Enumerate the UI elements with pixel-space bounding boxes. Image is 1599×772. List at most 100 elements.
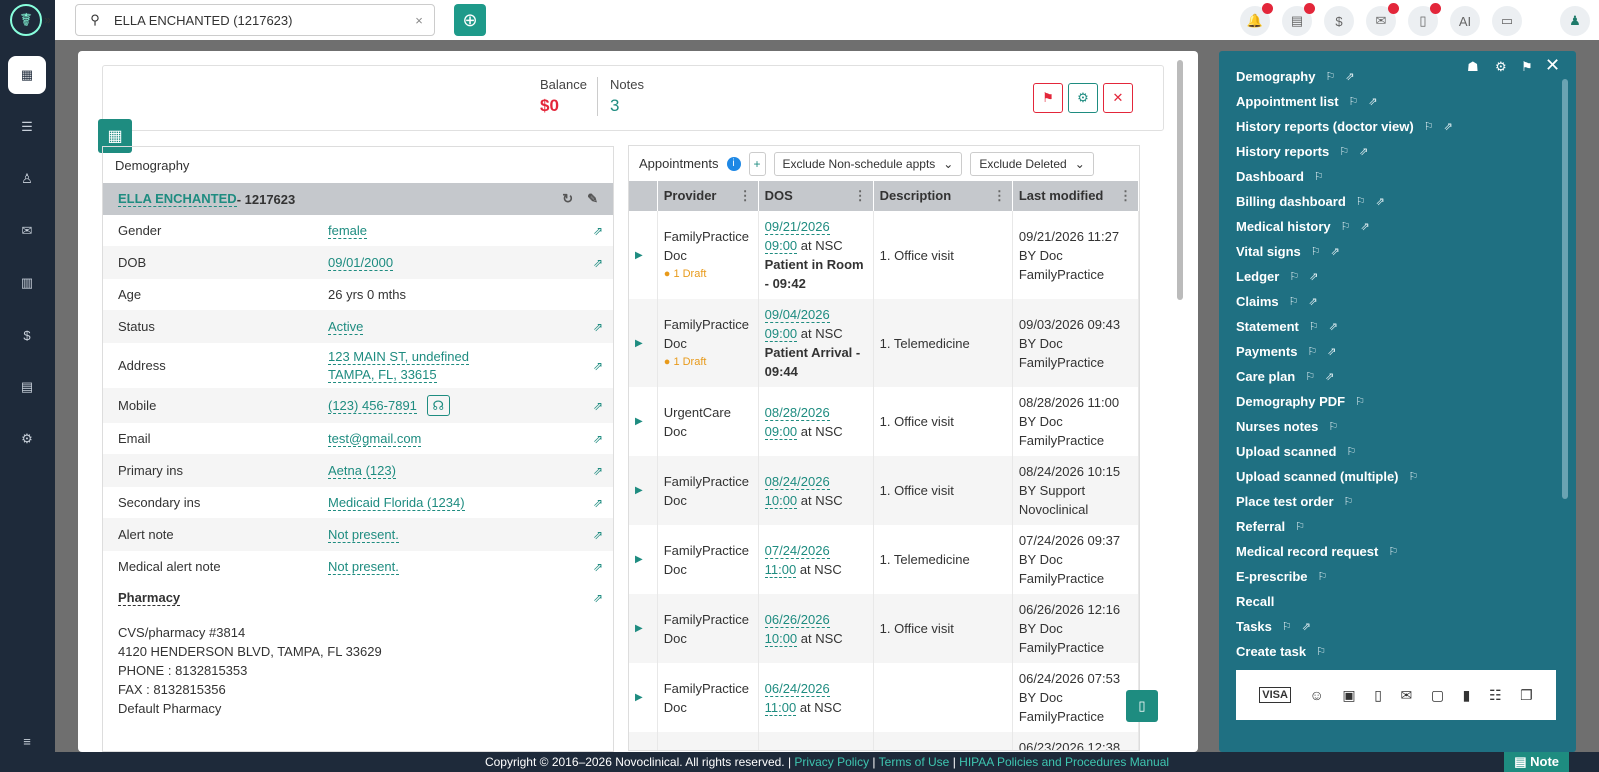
- envelope-icon[interactable]: ✉: [1401, 687, 1413, 704]
- menu-item-label[interactable]: Statement: [1236, 319, 1299, 334]
- flag-icon[interactable]: ⚐: [1309, 320, 1319, 333]
- external-link-icon[interactable]: ⇗: [593, 399, 603, 413]
- menu-item-label[interactable]: Nurses notes: [1236, 419, 1318, 434]
- panel-menu-item[interactable]: Statement ⚐ ⇗: [1236, 319, 1338, 334]
- flag-button[interactable]: ⚑: [1033, 83, 1063, 113]
- flag-icon[interactable]: ⚐: [1388, 545, 1398, 558]
- column-header[interactable]: DOS ⋮: [758, 181, 874, 211]
- robot-icon[interactable]: ☗: [1467, 59, 1479, 75]
- panel-menu-item[interactable]: Payments ⚐ ⇗: [1236, 344, 1337, 359]
- wallet-icon[interactable]: ▣: [1342, 687, 1355, 704]
- external-link-icon[interactable]: ⇗: [1327, 345, 1336, 358]
- menu-item-label[interactable]: Billing dashboard: [1236, 194, 1346, 209]
- flag-icon[interactable]: ⚐: [1339, 145, 1349, 158]
- dos-link[interactable]: 09/21/2026: [764, 219, 830, 235]
- close-button[interactable]: ✕: [1103, 83, 1133, 113]
- panel-menu-item[interactable]: Care plan ⚐ ⇗: [1236, 369, 1334, 384]
- time-link[interactable]: 11:00: [764, 561, 797, 578]
- external-link-icon[interactable]: ⇗: [1331, 245, 1340, 258]
- table-row[interactable]: 06/23/2026 12:38: [629, 732, 1139, 750]
- dollar-icon[interactable]: $: [1324, 6, 1354, 36]
- patient-name-link[interactable]: ELLA ENCHANTED: [118, 191, 237, 207]
- menu-item-label[interactable]: Appointment list: [1236, 94, 1339, 109]
- external-link-icon[interactable]: ⇗: [1376, 195, 1385, 208]
- panel-menu-item[interactable]: Vital signs ⚐ ⇗: [1236, 244, 1340, 259]
- column-header[interactable]: Last modified ⋮: [1012, 181, 1139, 211]
- field-value[interactable]: Not present.: [328, 527, 399, 543]
- external-link-icon[interactable]: ⇗: [1302, 620, 1311, 633]
- layout-toggle-icon[interactable]: ▯: [1126, 690, 1158, 722]
- message-icon[interactable]: ▭: [1492, 6, 1522, 36]
- mobile-icon[interactable]: ▯: [1374, 687, 1382, 704]
- column-header[interactable]: Provider ⋮: [657, 181, 759, 211]
- expand-row-icon[interactable]: ▶: [629, 387, 658, 456]
- panel-menu-item[interactable]: Appointment list ⚐ ⇗: [1236, 94, 1378, 109]
- menu-item-label[interactable]: Upload scanned (multiple): [1236, 469, 1399, 484]
- phone-icon[interactable]: ▯: [1408, 3, 1441, 36]
- panel-menu-item[interactable]: Create task ⚐: [1236, 644, 1326, 659]
- panel-menu-item[interactable]: E-prescribe ⚐: [1236, 569, 1327, 584]
- modal-scrollbar[interactable]: [1177, 60, 1183, 300]
- menu-icon[interactable]: ≡: [8, 722, 46, 760]
- table-row[interactable]: ▶ FamilyPractice Doc 08/24/2026 10:00 at NS…: [629, 456, 1139, 525]
- flag-icon[interactable]: ⚐: [1295, 520, 1305, 533]
- dos-link[interactable]: 07/24/2026: [764, 542, 830, 559]
- flag-icon[interactable]: ⚑: [1521, 59, 1533, 75]
- external-link-icon[interactable]: ⇗: [593, 224, 603, 238]
- dos-link[interactable]: 06/24/2026: [764, 680, 830, 697]
- flag-icon[interactable]: ⚐: [1282, 620, 1292, 633]
- expand-row-icon[interactable]: ▶: [629, 525, 658, 594]
- copy-icon[interactable]: ❐: [1520, 687, 1533, 704]
- flag-icon[interactable]: ⚐: [1314, 170, 1324, 183]
- panel-menu-item[interactable]: Demography ⚐ ⇗: [1236, 69, 1355, 84]
- dos-link[interactable]: 06/26/2026: [764, 611, 830, 628]
- panel-menu-item[interactable]: Claims ⚐ ⇗: [1236, 294, 1318, 309]
- column-header[interactable]: Description ⋮: [873, 181, 1013, 211]
- external-link-icon[interactable]: ⇗: [593, 591, 603, 605]
- table-row[interactable]: ▶ FamilyPractice Doc 07/24/2026 11:00 at NS…: [629, 525, 1139, 594]
- expand-row-icon[interactable]: ▶: [629, 299, 658, 387]
- field-value[interactable]: TAMPA, FL, 33615: [328, 366, 437, 383]
- panel-menu-item[interactable]: Ledger ⚐ ⇗: [1236, 269, 1318, 284]
- table-row[interactable]: ▶ FamilyPractice Doc ● 1 Draft 09/04/2026 09…: [629, 299, 1139, 387]
- flag-icon[interactable]: ⚐: [1318, 570, 1328, 583]
- dos-link[interactable]: 08/24/2026: [764, 473, 830, 490]
- panel-menu-item[interactable]: Nurses notes ⚐: [1236, 419, 1338, 434]
- headset-icon[interactable]: ☊: [426, 394, 451, 416]
- menu-item-label[interactable]: Medical record request: [1236, 544, 1378, 559]
- mail-icon[interactable]: ✉: [1366, 3, 1399, 36]
- flag-icon[interactable]: ⚐: [1305, 370, 1315, 383]
- flag-icon[interactable]: ⚐: [1316, 645, 1326, 658]
- logo-icon[interactable]: ☤: [10, 4, 42, 36]
- privacy-link[interactable]: Privacy Policy: [794, 755, 869, 769]
- documents-icon[interactable]: ☰: [8, 108, 46, 146]
- panel-menu-item[interactable]: History reports ⚐ ⇗: [1236, 144, 1368, 159]
- external-link-icon[interactable]: ⇗: [1325, 370, 1334, 383]
- table-row[interactable]: ▶ FamilyPractice Doc ● 1 Draft 09/21/2026 09…: [629, 211, 1139, 299]
- flag-icon[interactable]: ⚐: [1311, 245, 1321, 258]
- external-link-icon[interactable]: ⇗: [1361, 220, 1370, 233]
- flag-icon[interactable]: ⚐: [1349, 95, 1359, 108]
- panel-menu-item[interactable]: Dashboard ⚐: [1236, 169, 1324, 184]
- table-row[interactable]: ▶ FamilyPractice Doc 06/24/2026 11:00 at NS…: [629, 663, 1139, 732]
- flag-icon[interactable]: ⚐: [1289, 295, 1299, 308]
- panel-menu-item[interactable]: Upload scanned (multiple) ⚐: [1236, 469, 1418, 484]
- panel-menu-item[interactable]: Demography PDF ⚐: [1236, 394, 1365, 409]
- panel-menu-item[interactable]: Tasks ⚐ ⇗: [1236, 619, 1311, 634]
- external-link-icon[interactable]: ⇗: [593, 256, 603, 270]
- panel-menu-item[interactable]: Medical history ⚐ ⇗: [1236, 219, 1370, 234]
- clear-search-icon[interactable]: ×: [404, 13, 434, 28]
- field-value[interactable]: (123) 456-7891: [328, 397, 417, 414]
- gear-icon[interactable]: ⚙: [1495, 59, 1507, 75]
- user-avatar[interactable]: ♟: [1560, 6, 1590, 36]
- panel-menu-item[interactable]: History reports (doctor view) ⚐ ⇗: [1236, 119, 1453, 134]
- external-link-icon[interactable]: ⇗: [593, 432, 603, 446]
- external-link-icon[interactable]: ⇗: [593, 320, 603, 334]
- refresh-icon[interactable]: ↻: [562, 191, 573, 207]
- menu-item-label[interactable]: Referral: [1236, 519, 1285, 534]
- menu-item-label[interactable]: Claims: [1236, 294, 1279, 309]
- field-value[interactable]: female: [328, 223, 368, 239]
- panel-menu-item[interactable]: Billing dashboard ⚐ ⇗: [1236, 194, 1385, 209]
- group-icon[interactable]: ☷: [1489, 687, 1502, 704]
- note-button[interactable]: ▤ Note: [1504, 752, 1569, 772]
